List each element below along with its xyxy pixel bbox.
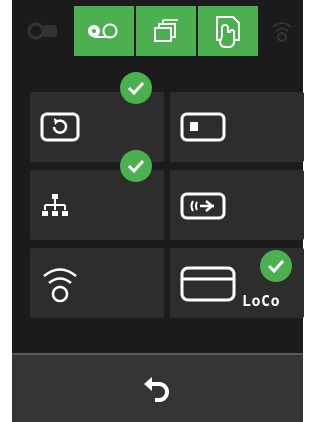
badge-icon[interactable] xyxy=(14,6,74,56)
nfc-arrow-icon xyxy=(180,192,226,220)
wifi-icon xyxy=(43,268,77,303)
device-screen: LoCo xyxy=(12,0,304,422)
loco-tile[interactable]: LoCo xyxy=(170,248,304,318)
card-tile[interactable] xyxy=(170,92,304,162)
stacked-windows-icon[interactable] xyxy=(136,6,196,56)
card-square-icon xyxy=(180,112,226,142)
wifi-icon[interactable] xyxy=(262,6,302,56)
top-bar xyxy=(12,0,303,58)
touch-document-icon[interactable] xyxy=(198,6,258,56)
bottom-bar xyxy=(12,355,303,422)
nfc-tile[interactable] xyxy=(170,170,304,240)
wifi-tile[interactable] xyxy=(30,248,164,318)
network-tree-icon xyxy=(42,194,68,216)
back-button[interactable] xyxy=(137,369,177,409)
check-icon xyxy=(120,150,152,182)
reel-toggle-icon[interactable] xyxy=(74,6,134,56)
check-icon xyxy=(260,250,292,282)
refresh-card-icon xyxy=(40,112,80,142)
back-arrow-icon xyxy=(144,377,169,402)
network-tile[interactable] xyxy=(30,150,164,240)
credit-card-icon xyxy=(180,266,236,302)
check-icon xyxy=(120,72,152,104)
loco-label: LoCo xyxy=(242,292,281,310)
